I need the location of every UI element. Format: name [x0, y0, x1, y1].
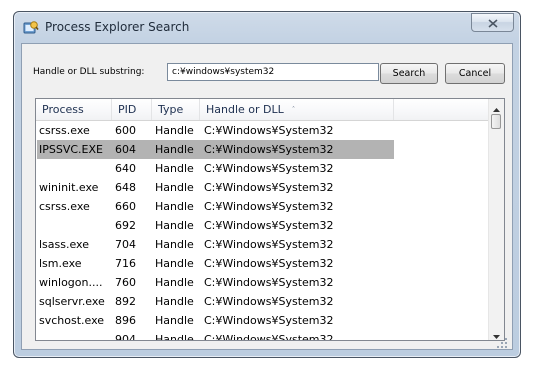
table-row[interactable]: lsass.exe 704 Handle C:¥Windows¥System32	[36, 235, 490, 254]
table-row[interactable]: csrss.exe 660 Handle C:¥Windows¥System32	[36, 197, 490, 216]
search-button[interactable]: Search	[380, 63, 438, 84]
type-cell: Handle	[155, 181, 194, 194]
column-pid[interactable]: PID	[112, 99, 152, 120]
resize-grip-icon[interactable]	[496, 334, 508, 348]
process-cell: sqlservr.exe	[39, 295, 105, 308]
table-row[interactable]: svchost.exe 896 Handle C:¥Windows¥System32	[36, 311, 490, 330]
handle-cell: C:¥Windows¥System32	[204, 238, 334, 251]
type-cell: Handle	[155, 276, 194, 289]
title-bar[interactable]: Process Explorer Search	[14, 12, 520, 44]
vertical-scrollbar[interactable]	[488, 99, 504, 340]
column-handle[interactable]: Handle or DLL ˆ	[200, 99, 394, 120]
handle-cell: C:¥Windows¥System32	[204, 333, 334, 341]
close-button[interactable]	[471, 13, 514, 32]
pid-cell: 640	[115, 162, 136, 175]
pid-cell: 692	[115, 219, 136, 232]
table-row[interactable]: 640 Handle C:¥Windows¥System32	[36, 159, 490, 178]
type-cell: Handle	[155, 124, 194, 137]
type-cell: Handle	[155, 295, 194, 308]
cancel-button[interactable]: Cancel	[445, 63, 505, 84]
pid-cell: 904	[115, 333, 136, 341]
type-cell: Handle	[155, 257, 194, 270]
scroll-thumb[interactable]	[491, 114, 501, 129]
search-input[interactable]	[167, 63, 379, 81]
pid-cell: 648	[115, 181, 136, 194]
type-cell: Handle	[155, 333, 194, 341]
table-row[interactable]: IPSSVC.EXE 604 Handle C:¥Windows¥System32	[36, 140, 490, 159]
window-title: Process Explorer Search	[45, 20, 190, 34]
type-cell: Handle	[155, 219, 194, 232]
pid-cell: 760	[115, 276, 136, 289]
process-cell: lsm.exe	[39, 257, 82, 270]
pid-cell: 716	[115, 257, 136, 270]
search-label: Handle or DLL substring:	[33, 67, 145, 77]
process-cell: IPSSVC.EXE	[39, 143, 103, 156]
handle-cell: C:¥Windows¥System32	[204, 276, 334, 289]
pid-cell: 660	[115, 200, 136, 213]
process-cell: wininit.exe	[39, 181, 99, 194]
process-cell: svchost.exe	[39, 314, 105, 327]
process-cell: winlogon....	[39, 276, 103, 289]
results-rows: csrss.exe 600 Handle C:¥Windows¥System32 IPS…	[36, 121, 490, 341]
sort-indicator-icon: ˆ	[291, 105, 296, 114]
handle-cell: C:¥Windows¥System32	[204, 295, 334, 308]
table-row[interactable]: winlogon.... 760 Handle C:¥Windows¥System32	[36, 273, 490, 292]
table-row[interactable]: 904 Handle C:¥Windows¥System32	[36, 330, 490, 341]
handle-cell: C:¥Windows¥System32	[204, 124, 334, 137]
process-explorer-icon	[23, 20, 39, 36]
process-cell: csrss.exe	[39, 124, 90, 137]
column-type[interactable]: Type	[152, 99, 200, 120]
pid-cell: 892	[115, 295, 136, 308]
table-row[interactable]: sqlservr.exe 892 Handle C:¥Windows¥System32	[36, 292, 490, 311]
pid-cell: 604	[115, 143, 136, 156]
dialog-body: Handle or DLL substring: Search Cancel P…	[21, 43, 513, 350]
process-cell: csrss.exe	[39, 200, 90, 213]
column-process[interactable]: Process	[36, 99, 112, 120]
type-cell: Handle	[155, 143, 194, 156]
pid-cell: 704	[115, 238, 136, 251]
scroll-up-button[interactable]	[489, 99, 504, 113]
handle-cell: C:¥Windows¥System32	[204, 162, 334, 175]
process-cell: lsass.exe	[39, 238, 89, 251]
type-cell: Handle	[155, 314, 194, 327]
table-row[interactable]: lsm.exe 716 Handle C:¥Windows¥System32	[36, 254, 490, 273]
handle-cell: C:¥Windows¥System32	[204, 257, 334, 270]
handle-cell: C:¥Windows¥System32	[204, 143, 334, 156]
handle-cell: C:¥Windows¥System32	[204, 314, 334, 327]
type-cell: Handle	[155, 238, 194, 251]
handle-cell: C:¥Windows¥System32	[204, 200, 334, 213]
handle-cell: C:¥Windows¥System32	[204, 181, 334, 194]
type-cell: Handle	[155, 200, 194, 213]
scroll-up-icon	[493, 99, 500, 116]
handle-cell: C:¥Windows¥System32	[204, 219, 334, 232]
table-row[interactable]: 692 Handle C:¥Windows¥System32	[36, 216, 490, 235]
table-row[interactable]: csrss.exe 600 Handle C:¥Windows¥System32	[36, 121, 490, 140]
table-row[interactable]: wininit.exe 648 Handle C:¥Windows¥System32	[36, 178, 490, 197]
close-icon	[488, 13, 498, 32]
results-list[interactable]: Process PID Type Handle or DLL ˆ csrss.ex…	[35, 98, 505, 341]
pid-cell: 896	[115, 314, 136, 327]
type-cell: Handle	[155, 162, 194, 175]
pid-cell: 600	[115, 124, 136, 137]
search-dialog: Process Explorer Search Handle or DLL su…	[13, 11, 521, 358]
column-header: Process PID Type Handle or DLL ˆ	[36, 99, 490, 121]
